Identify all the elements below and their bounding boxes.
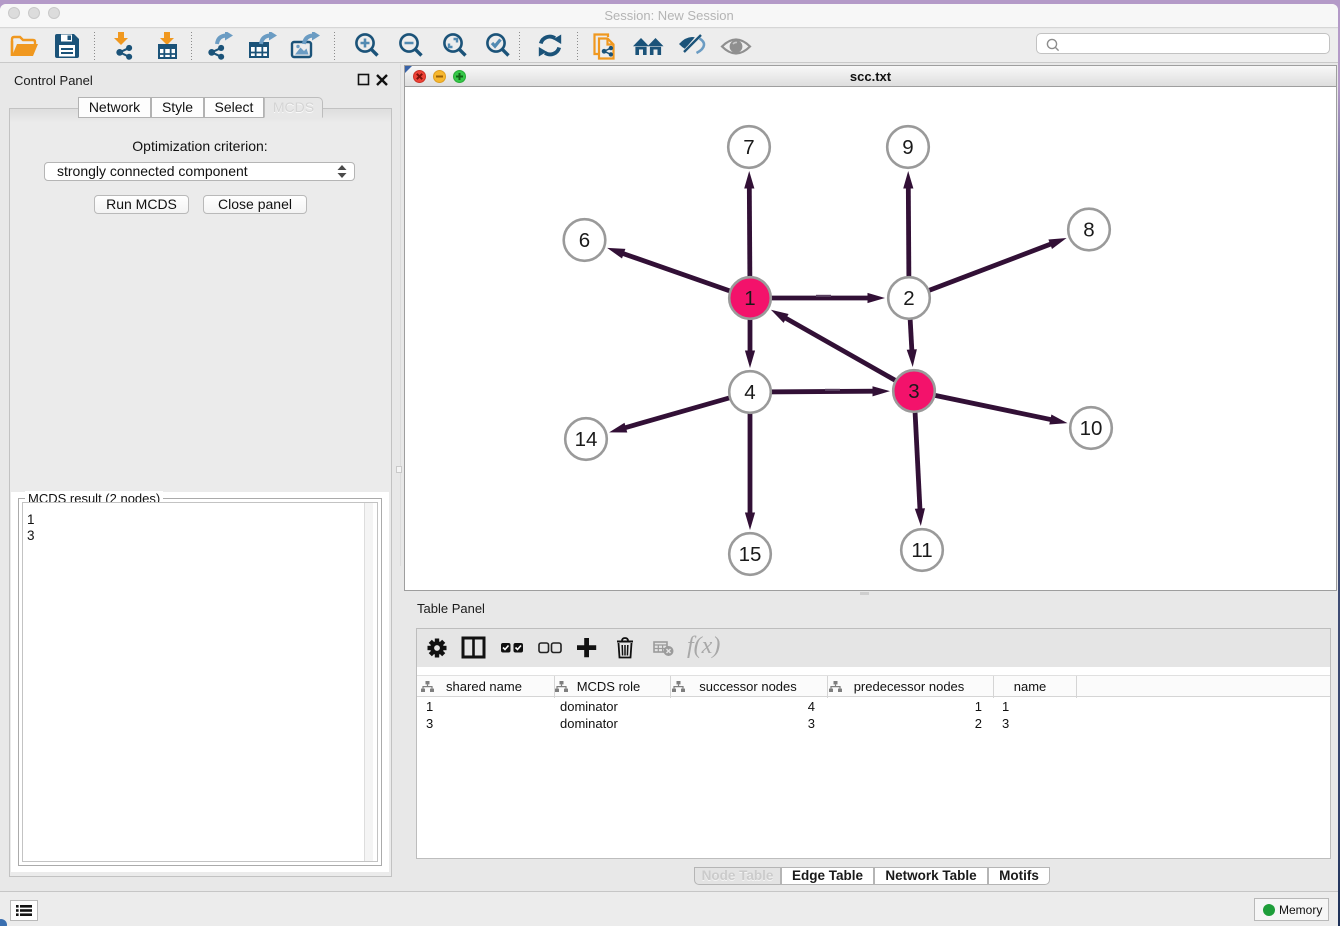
svg-text:2: 2 bbox=[903, 287, 914, 310]
svg-text:6: 6 bbox=[579, 229, 590, 252]
svg-text:15: 15 bbox=[739, 543, 762, 566]
svg-text:8: 8 bbox=[1083, 219, 1094, 242]
svg-text:10: 10 bbox=[1080, 417, 1103, 440]
svg-text:1: 1 bbox=[744, 287, 755, 310]
svg-text:3: 3 bbox=[908, 380, 919, 403]
svg-text:7: 7 bbox=[743, 136, 754, 159]
svg-text:14: 14 bbox=[575, 428, 598, 451]
svg-text:11: 11 bbox=[911, 539, 932, 562]
svg-text:9: 9 bbox=[902, 136, 913, 159]
svg-text:4: 4 bbox=[744, 381, 755, 404]
